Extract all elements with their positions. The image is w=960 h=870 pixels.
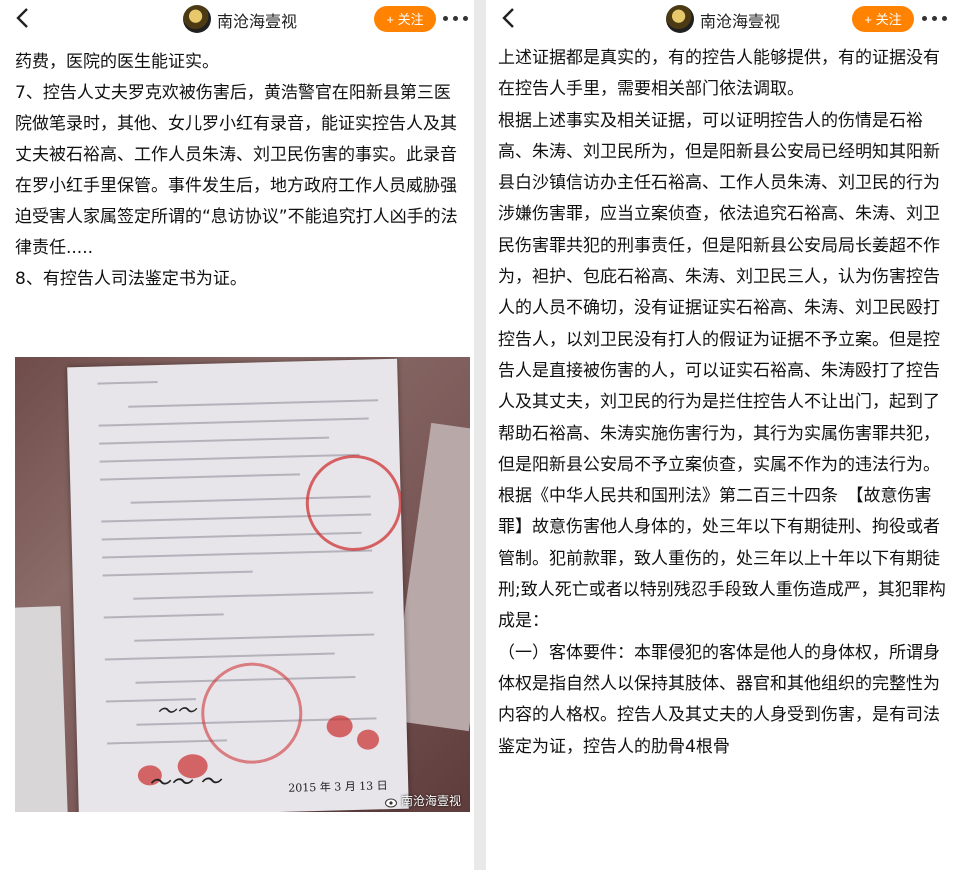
paragraph: 8、有控告人司法鉴定书为证。 xyxy=(15,269,247,289)
signature: 〜〜 xyxy=(155,698,197,724)
background-paper xyxy=(15,606,70,812)
paragraph: 根据《中华人民共和国刑法》第二百三十四条 【故意伤害罪】故意伤害他人身体的，处三… xyxy=(498,486,946,632)
watermark: 南沧海壹视 xyxy=(385,792,461,809)
paragraph: 根据上述事实及相关证据，可以证明控告人的伤情是石裕高、朱涛、刘卫民所为，但是阳新… xyxy=(498,110,940,475)
account-name[interactable]: 南沧海壹视 xyxy=(700,8,780,32)
article-text: 上述证据都是真实的，有的控告人能够提供，有的证据没有在控告人手里，需要相关部门依… xyxy=(498,43,954,763)
fingerprint xyxy=(356,729,380,750)
watermark-text: 南沧海壹视 xyxy=(401,794,462,808)
article-text: 药费，医院的医生能证实。 7、控告人丈夫罗克欢被伤害后，黄浩警官在阳新县第三医院… xyxy=(15,47,467,295)
date-text: 2015 年 3 月 13 日 xyxy=(288,779,388,795)
paragraph: 药费，医院的医生能证实。 xyxy=(15,52,219,72)
top-bar: 南沧海壹视 + 关注 xyxy=(0,0,474,38)
more-icon[interactable] xyxy=(443,12,469,26)
fingerprint xyxy=(326,715,353,738)
right-screen: 南沧海壹视 + 关注 上述证据都是真实的，有的控告人能够提供，有的证据没有在控告… xyxy=(486,0,960,870)
left-screen: 南沧海壹视 + 关注 药费，医院的医生能证实。 7、控告人丈夫罗克欢被伤害后，黄… xyxy=(0,0,474,870)
paragraph: 上述证据都是真实的，有的控告人能够提供，有的证据没有在控告人手里，需要相关部门依… xyxy=(498,48,940,100)
paragraph: （一）客体要件：本罪侵犯的客体是他人的身体权，所谓身体权是指自然人以保持其肢体、… xyxy=(498,642,940,757)
follow-button[interactable]: + 关注 xyxy=(852,6,914,32)
avatar[interactable] xyxy=(666,5,694,33)
account-name[interactable]: 南沧海壹视 xyxy=(217,8,297,32)
avatar[interactable] xyxy=(183,5,211,33)
weibo-icon xyxy=(385,798,397,807)
follow-button[interactable]: + 关注 xyxy=(374,6,436,32)
agreement-document: 〜〜 〜〜 〜 2015 年 3 月 13 日 xyxy=(67,358,409,812)
agreement-photo[interactable]: 〜〜 〜〜 〜 2015 年 3 月 13 日 xyxy=(15,357,470,812)
more-icon[interactable] xyxy=(922,12,948,26)
back-arrow-icon[interactable] xyxy=(12,6,34,30)
signature: 〜〜 〜 xyxy=(147,769,222,797)
back-arrow-icon[interactable] xyxy=(498,6,520,30)
paragraph: 7、控告人丈夫罗克欢被伤害后，黄浩警官在阳新县第三医院做笔录时，其他、女儿罗小红… xyxy=(15,83,458,258)
top-bar: 南沧海壹视 + 关注 xyxy=(486,0,960,38)
red-seal xyxy=(304,453,404,553)
